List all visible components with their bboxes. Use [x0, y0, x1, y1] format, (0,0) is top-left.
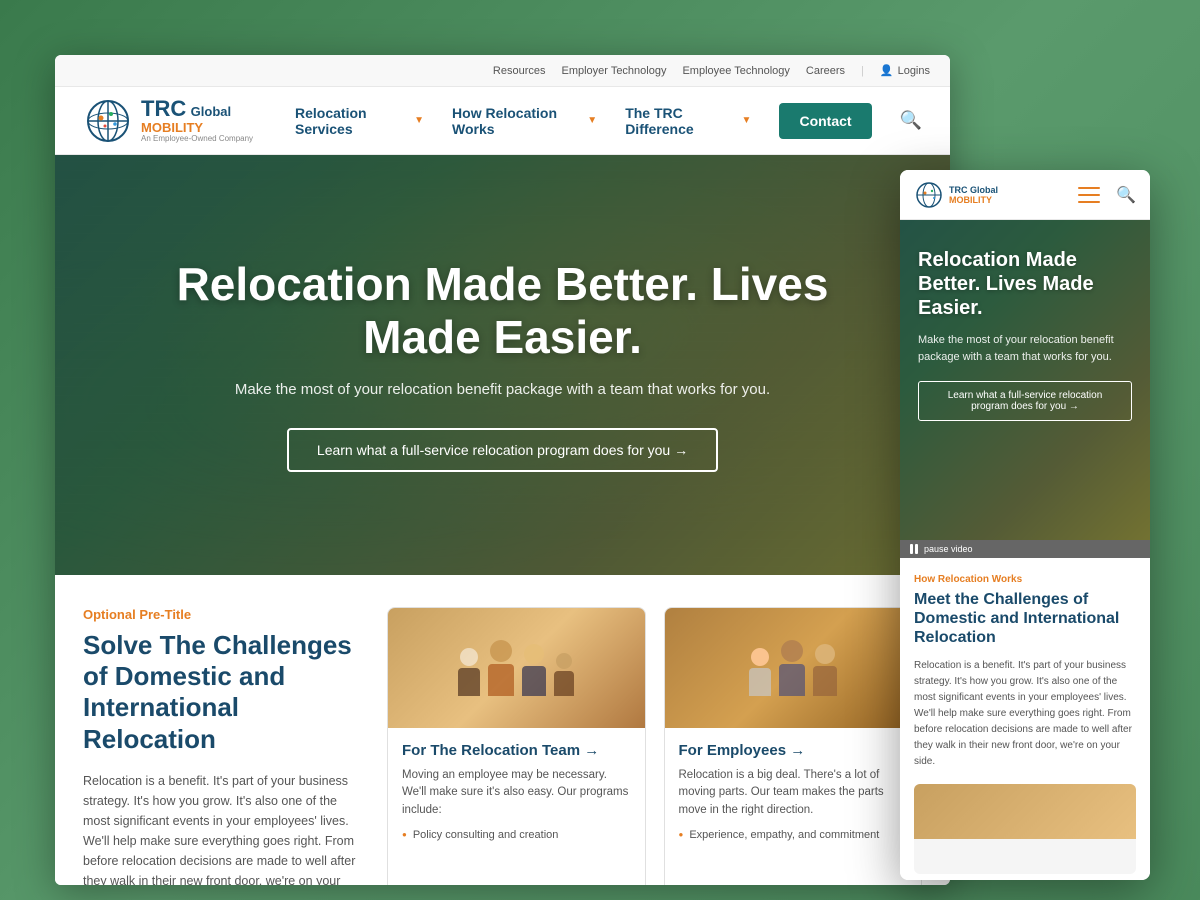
dropdown-arrow-icon: ▼	[742, 115, 752, 126]
utility-link-employee-tech[interactable]: Employee Technology	[682, 65, 789, 77]
nav-divider: |	[861, 65, 864, 77]
mobile-section-body: Relocation is a benefit. It's part of yo…	[914, 658, 1136, 770]
login-icon: 👤	[880, 64, 894, 77]
card-text-relocation-team: Moving an employee may be necessary. We'…	[402, 767, 631, 819]
mobile-window: TRC Global MOBILITY 🔍 Relocation Made Be…	[900, 170, 1150, 880]
person-6	[779, 640, 805, 696]
card-list-employees: Experience, empathy, and commitment	[679, 827, 908, 843]
mobile-logo: TRC Global MOBILITY	[914, 180, 1070, 210]
content-section: Optional Pre-Title Solve The Challenges …	[55, 575, 950, 885]
person-2	[488, 640, 514, 696]
mobile-hero-title: Relocation Made Better. Lives Made Easie…	[918, 248, 1132, 320]
section-body: Relocation is a benefit. It's part of yo…	[83, 771, 363, 885]
logo-text: TRC Global MOBILITY An Employee-Owned Co…	[141, 97, 253, 144]
card-image-employees	[665, 608, 922, 728]
card-body-employees: For Employees → Relocation is a big deal…	[665, 728, 922, 857]
card-title-employees: For Employees →	[679, 742, 908, 759]
hero-title: Relocation Made Better. Lives Made Easie…	[135, 258, 870, 364]
people-illustration-2	[749, 640, 837, 696]
mobile-navigation: TRC Global MOBILITY 🔍	[900, 170, 1150, 220]
contact-button[interactable]: Contact	[779, 103, 871, 139]
mobile-globe-icon	[914, 180, 944, 210]
utility-link-employer-tech[interactable]: Employer Technology	[562, 65, 667, 77]
mobile-logo-text: TRC Global MOBILITY	[949, 185, 998, 205]
hero-subtitle: Make the most of your relocation benefit…	[235, 381, 770, 398]
main-navigation: TRC Global MOBILITY An Employee-Owned Co…	[55, 87, 950, 155]
mobile-card-title	[914, 839, 1136, 847]
section-title: Solve The Challenges of Domestic and Int…	[83, 630, 363, 755]
mobile-content: How Relocation Works Meet the Challenges…	[900, 558, 1150, 880]
mobile-pre-title: How Relocation Works	[914, 574, 1136, 585]
person-4	[554, 653, 574, 696]
list-item: Experience, empathy, and commitment	[679, 827, 908, 843]
person-3	[522, 644, 546, 696]
card-image-people-2	[665, 608, 922, 728]
mobile-hero-cta-button[interactable]: Learn what a full-service relocation pro…	[918, 381, 1132, 421]
card-employees: For Employees → Relocation is a big deal…	[664, 607, 923, 885]
nav-links: Relocation Services ▼ How Relocation Wor…	[295, 103, 922, 139]
mobile-pause-bar: pause video	[900, 540, 1150, 558]
nav-how-relocation-works[interactable]: How Relocation Works ▼	[452, 105, 597, 137]
mobile-card-image	[914, 784, 1136, 839]
nav-relocation-services[interactable]: Relocation Services ▼	[295, 105, 424, 137]
nav-trc-difference[interactable]: The TRC Difference ▼	[625, 105, 751, 137]
search-icon[interactable]: 🔍	[900, 110, 922, 131]
main-browser-window: Resources Employer Technology Employee T…	[55, 55, 950, 885]
person-1	[458, 648, 480, 696]
utility-bar: Resources Employer Technology Employee T…	[55, 55, 950, 87]
list-item: Policy consulting and creation	[402, 827, 631, 843]
utility-link-resources[interactable]: Resources	[493, 65, 546, 77]
people-illustration	[458, 640, 574, 696]
mobile-hero-subtitle: Make the most of your relocation benefit…	[918, 332, 1132, 365]
mobile-hero-content: Relocation Made Better. Lives Made Easie…	[900, 220, 1150, 439]
content-left: Optional Pre-Title Solve The Challenges …	[83, 607, 363, 885]
dropdown-arrow-icon: ▼	[587, 115, 597, 126]
mobile-card-preview	[914, 784, 1136, 874]
mobile-hero: Relocation Made Better. Lives Made Easie…	[900, 220, 1150, 540]
person-7	[813, 644, 837, 696]
mobile-search-icon[interactable]: 🔍	[1116, 185, 1136, 205]
card-title-relocation-team: For The Relocation Team →	[402, 742, 631, 759]
utility-link-careers[interactable]: Careers	[806, 65, 845, 77]
hamburger-menu-icon[interactable]	[1078, 187, 1100, 203]
hero-cta-button[interactable]: Learn what a full-service relocation pro…	[287, 428, 718, 472]
login-button[interactable]: 👤 Logins	[880, 64, 930, 77]
hero-content: Relocation Made Better. Lives Made Easie…	[55, 155, 950, 575]
logo: TRC Global MOBILITY An Employee-Owned Co…	[83, 96, 263, 146]
pre-title: Optional Pre-Title	[83, 607, 363, 622]
card-text-employees: Relocation is a big deal. There's a lot …	[679, 767, 908, 819]
card-image-relocation-team	[388, 608, 645, 728]
card-body-relocation-team: For The Relocation Team → Moving an empl…	[388, 728, 645, 857]
pause-icon	[910, 544, 918, 554]
dropdown-arrow-icon: ▼	[414, 115, 424, 126]
person-5	[749, 648, 771, 696]
hero-section: Relocation Made Better. Lives Made Easie…	[55, 155, 950, 575]
card-image-people	[388, 608, 645, 728]
card-relocation-team: For The Relocation Team → Moving an empl…	[387, 607, 646, 885]
globe-icon	[83, 96, 133, 146]
pause-label[interactable]: pause video	[924, 544, 973, 554]
cards-area: For The Relocation Team → Moving an empl…	[387, 607, 922, 885]
card-list-relocation-team: Policy consulting and creation	[402, 827, 631, 843]
mobile-section-title: Meet the Challenges of Domestic and Inte…	[914, 590, 1136, 648]
